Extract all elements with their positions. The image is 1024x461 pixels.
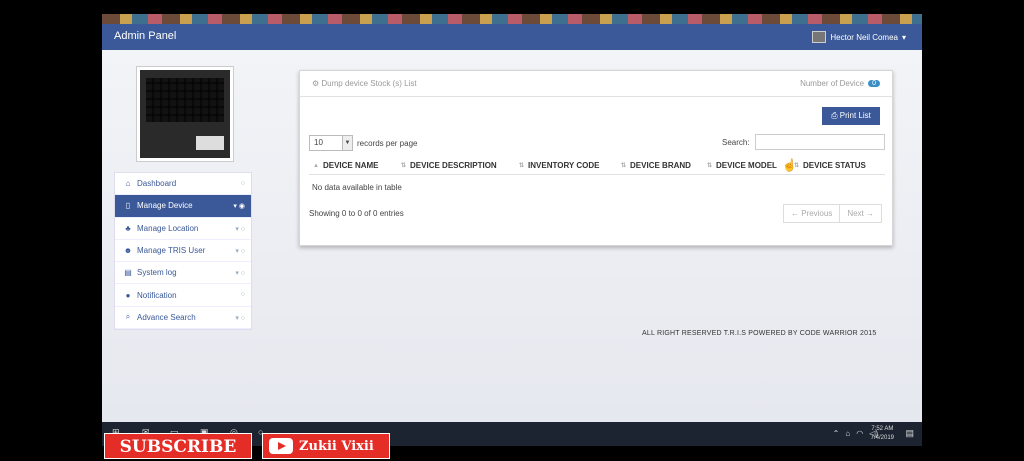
previous-page-button[interactable]: ← Previous [784, 205, 839, 222]
expand-icon: ▾ ○ [235, 314, 245, 322]
sidebar-item-manage-location[interactable]: ♣ Manage Location ▾ ○ [115, 218, 251, 240]
device-photo [136, 66, 234, 162]
top-navbar: Admin Panel Hector Neil Comea ▾ [102, 24, 922, 50]
sidebar-item-label: System log [137, 268, 177, 278]
sidebar-item-manage-device[interactable]: ▯ Manage Device ▾ ◉ [115, 195, 251, 218]
device-count-label: Number of Device [800, 79, 865, 88]
sidebar-item-label: Advance Search [137, 312, 196, 322]
sidebar-item-label: Manage Location [137, 223, 199, 233]
circle-icon: ○ [240, 291, 245, 299]
sidebar-item-dashboard[interactable]: ⌂ Dashboard ○ [115, 173, 251, 196]
device-count: Number of Device 0 [800, 79, 880, 88]
sidebar-menu: ⌂ Dashboard ○ ▯ Manage Device ▾ ◉ ♣ Mana… [114, 172, 252, 331]
empty-table-row: No data available in table [312, 183, 402, 192]
column-device-model[interactable]: ⇅ DEVICE MODEL [703, 157, 790, 174]
globe-icon: ● [125, 290, 131, 300]
user-avatar [812, 31, 827, 43]
sitemap-icon: ♣ [125, 223, 131, 233]
panel-title: ⚙ Dump device Stock (s) List [312, 79, 417, 88]
sort-icon: ⇅ [519, 163, 525, 169]
column-inventory-code[interactable]: ⇅ INVENTORY CODE [515, 157, 617, 174]
device-count-badge: 0 [868, 80, 880, 87]
column-device-brand[interactable]: ⇅ DEVICE BRAND [617, 157, 703, 174]
browser-viewport: Admin Panel Hector Neil Comea ▾ ⌂ Dashbo… [102, 14, 922, 422]
sidebar-item-label: Manage Device [137, 201, 193, 211]
chevron-up-icon[interactable]: ⌃ [833, 429, 840, 438]
chevron-down-icon: ▼ [342, 136, 352, 150]
sidebar-item-system-log[interactable]: ▤ System log ▾ ○ [115, 262, 251, 285]
sort-icon: ⇅ [401, 163, 407, 169]
panel-header: ⚙ Dump device Stock (s) List Number of D… [300, 71, 892, 97]
sidebar-item-label: Notification [137, 290, 177, 300]
sort-icon: ⇅ [707, 163, 713, 169]
user-menu[interactable]: Hector Neil Comea ▾ [812, 31, 906, 43]
taskbar-clock[interactable]: 7:52 AM 7/4/2019 [871, 425, 894, 443]
sidebar-item-advance-search[interactable]: ⌕ Advance Search ▾ ○ [115, 307, 251, 330]
home-icon: ⌂ [125, 179, 131, 189]
sort-asc-icon: ▲ [313, 162, 319, 169]
wifi-icon[interactable]: ◠ [856, 429, 863, 438]
hand-cursor-icon: ☝ [782, 158, 797, 172]
records-per-page-select[interactable]: 10 ▼ [309, 135, 353, 151]
search-input[interactable] [754, 134, 885, 150]
sort-icon: ⇅ [621, 163, 627, 169]
device-list-panel: ⚙ Dump device Stock (s) List Number of D… [299, 70, 893, 246]
footer-copyright: ALL RIGHT RESERVED T.R.I.S POWERED BY CO… [642, 330, 877, 337]
expand-icon: ▾ ○ [235, 247, 245, 255]
column-device-description[interactable]: ⇅ DEVICE DESCRIPTION [397, 157, 515, 174]
expand-icon: ▾ ○ [235, 270, 245, 278]
channel-name: Zukii Vixii [299, 438, 374, 454]
clock-time: 7:52 AM [871, 426, 894, 432]
print-list-button[interactable]: ⎙ Print List [822, 107, 880, 125]
search-label: Search: [722, 137, 750, 147]
book-icon: ▤ [124, 268, 132, 278]
tablet-icon: ▯ [125, 201, 131, 211]
column-device-status[interactable]: ⇅ DEVICE STATUS [790, 157, 885, 174]
circle-icon: ○ [240, 180, 245, 187]
expand-icon: ▾ ◉ [233, 203, 245, 211]
decorative-banner [102, 14, 922, 24]
printer-icon: ⎙ [831, 111, 840, 120]
search-icon: ⌕ [125, 312, 131, 322]
table-info: Showing 0 to 0 of 0 entries [309, 209, 404, 218]
channel-overlay: Zukii Vixii [262, 433, 390, 459]
caret-down-icon: ▾ [901, 32, 906, 42]
records-per-page-value: 10 [314, 138, 323, 147]
sidebar-item-label: Manage TRIS User [137, 246, 206, 256]
sidebar-item-manage-tris-user[interactable]: ☻ Manage TRIS User ▾ ○ [115, 240, 251, 263]
users-icon: ☻ [123, 246, 133, 256]
records-per-page: 10 ▼ records per page [309, 135, 417, 151]
notification-icon[interactable]: ▤ [905, 428, 914, 439]
pagination: ← Previous Next → [782, 204, 882, 223]
network-icon[interactable]: ⌂ [845, 429, 850, 438]
admin-panel-brand[interactable]: Admin Panel [114, 30, 176, 42]
next-page-button[interactable]: Next → [839, 205, 881, 222]
user-name: Hector Neil Comea [830, 32, 898, 42]
table-search: Search: [722, 134, 885, 150]
sidebar-item-label: Dashboard [137, 179, 177, 189]
subscribe-overlay: SUBSCRIBE [104, 433, 252, 459]
youtube-logo-icon [269, 438, 293, 454]
records-per-page-label: records per page [357, 138, 418, 148]
laptop-image [140, 70, 230, 158]
table-header: ▲ DEVICE NAME ⇅ DEVICE DESCRIPTION ⇅ INVENT… [309, 157, 885, 175]
expand-icon: ▾ ○ [235, 225, 245, 233]
sidebar-item-notification[interactable]: ● Notification ○ [115, 284, 251, 307]
clock-date: 7/4/2019 [870, 435, 894, 441]
print-list-label: Print List [839, 111, 871, 120]
column-device-name[interactable]: ▲ DEVICE NAME [309, 157, 397, 174]
